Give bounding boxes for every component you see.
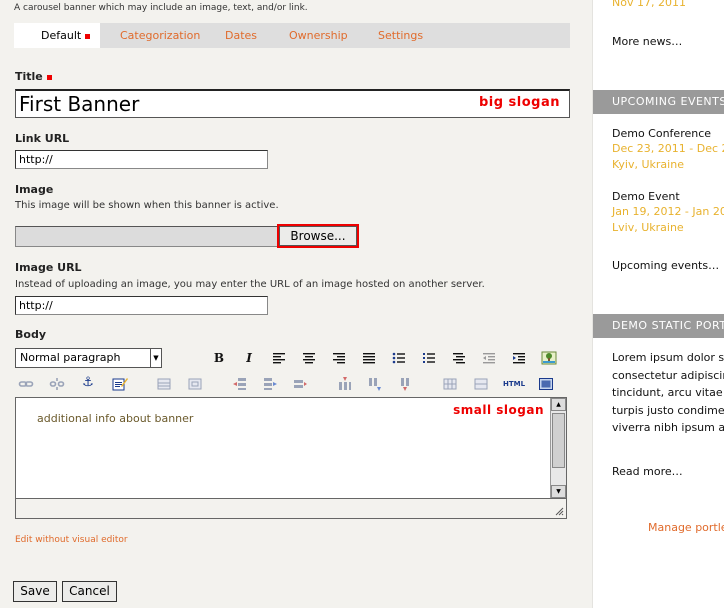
- tab-default[interactable]: Default: [14, 23, 101, 48]
- required-marker: [85, 33, 91, 39]
- news-date: Nov 17, 2011: [612, 0, 686, 9]
- link-url-label: Link URL: [15, 132, 70, 145]
- sidebar: Nov 17, 2011 More news… UPCOMING EVENTS …: [592, 0, 724, 608]
- manage-portlets-link[interactable]: Manage portlets: [648, 521, 724, 534]
- form-tabs: Default Categorization Dates Ownership S…: [14, 23, 570, 48]
- link-icon[interactable]: [18, 376, 34, 392]
- row-insert-before-icon[interactable]: [232, 376, 248, 392]
- html-source-icon[interactable]: HTML: [503, 376, 525, 392]
- fullscreen-icon[interactable]: [538, 376, 554, 392]
- event-location: Lviv, Ukraine: [612, 221, 684, 234]
- big-slogan-annotation: big slogan: [478, 95, 560, 110]
- static-portlet-text: Lorem ipsum dolor sit a consectetur adip…: [612, 351, 724, 434]
- anchor-icon[interactable]: ⚓: [80, 375, 96, 391]
- event-dates: Jan 19, 2012 - Jan 20,: [612, 205, 724, 218]
- scroll-up-button[interactable]: ▲: [551, 398, 566, 411]
- cancel-button[interactable]: Cancel: [62, 581, 117, 602]
- required-marker: [46, 74, 52, 80]
- static-portlet-header: DEMO STATIC PORTLET: [593, 314, 724, 338]
- small-slogan-annotation: small slogan: [453, 403, 544, 417]
- table-insert-icon[interactable]: [156, 376, 172, 392]
- title-input[interactable]: First Banner big slogan: [15, 89, 570, 118]
- align-left-icon[interactable]: [271, 350, 287, 366]
- more-news-link[interactable]: More news…: [612, 35, 682, 48]
- indent-icon[interactable]: [511, 350, 527, 366]
- title-value: First Banner: [19, 92, 140, 116]
- event-dates: Dec 23, 2011 - Dec 25,: [612, 142, 724, 155]
- bullet-list-icon[interactable]: [391, 350, 407, 366]
- title-label: Title: [15, 70, 52, 83]
- table-properties-icon[interactable]: [187, 376, 203, 392]
- link-url-input[interactable]: http://: [15, 150, 268, 169]
- align-justify-icon[interactable]: [361, 350, 377, 366]
- scroll-down-button[interactable]: ▼: [551, 485, 566, 498]
- event-title[interactable]: Demo Event: [612, 190, 680, 203]
- event-location: Kyiv, Ukraine: [612, 158, 684, 171]
- chevron-down-icon: ▼: [150, 349, 161, 367]
- row-insert-after-icon[interactable]: [262, 376, 278, 392]
- numbered-list-icon[interactable]: [421, 350, 437, 366]
- editor-scrollbar[interactable]: ▲ ▼: [550, 398, 566, 498]
- merge-cells-icon[interactable]: [442, 376, 458, 392]
- row-delete-icon[interactable]: [292, 376, 308, 392]
- column-delete-icon[interactable]: [397, 376, 413, 392]
- scroll-thumb[interactable]: [552, 413, 565, 468]
- unlink-icon[interactable]: [49, 376, 65, 392]
- upcoming-events-header: UPCOMING EVENTS: [593, 90, 724, 114]
- image-file-field[interactable]: [15, 226, 278, 247]
- tab-categorization[interactable]: Categorization: [120, 23, 200, 48]
- edit-form-area: A carousel banner which may include an i…: [0, 0, 592, 608]
- align-center-icon[interactable]: [301, 350, 317, 366]
- split-cells-icon[interactable]: [473, 376, 489, 392]
- column-insert-after-icon[interactable]: [367, 376, 383, 392]
- image-help: This image will be shown when this banne…: [15, 200, 279, 211]
- editor-statusbar: [15, 499, 567, 519]
- tab-settings[interactable]: Settings: [378, 23, 423, 48]
- resize-grip-icon[interactable]: [555, 507, 564, 516]
- tab-ownership[interactable]: Ownership: [289, 23, 348, 48]
- content-type-description: A carousel banner which may include an i…: [14, 3, 308, 13]
- paragraph-format-select[interactable]: Normal paragraph ▼: [15, 348, 162, 368]
- image-label: Image: [15, 183, 54, 196]
- italic-icon[interactable]: I: [241, 350, 257, 366]
- image-url-input[interactable]: http://: [15, 296, 268, 315]
- edit-html-icon[interactable]: [112, 376, 128, 392]
- align-right-icon[interactable]: [331, 350, 347, 366]
- outdent-icon[interactable]: [481, 350, 497, 366]
- read-more-link[interactable]: Read more…: [612, 465, 683, 478]
- image-url-help: Instead of uploading an image, you may e…: [15, 279, 485, 290]
- tab-dates[interactable]: Dates: [225, 23, 257, 48]
- image-url-label: Image URL: [15, 261, 82, 274]
- upcoming-events-link[interactable]: Upcoming events…: [612, 259, 719, 272]
- browse-button[interactable]: Browse...: [279, 226, 357, 246]
- save-button[interactable]: Save: [13, 581, 57, 602]
- event-title[interactable]: Demo Conference: [612, 127, 711, 140]
- bold-icon[interactable]: B: [211, 350, 227, 366]
- edit-without-editor-link[interactable]: Edit without visual editor: [15, 535, 128, 545]
- insert-image-icon[interactable]: [541, 350, 557, 366]
- column-insert-before-icon[interactable]: [337, 376, 353, 392]
- body-label: Body: [15, 328, 46, 341]
- definition-list-icon[interactable]: [451, 350, 467, 366]
- rich-text-editor[interactable]: additional info about banner small sloga…: [15, 397, 567, 499]
- body-content: additional info about banner: [37, 412, 194, 425]
